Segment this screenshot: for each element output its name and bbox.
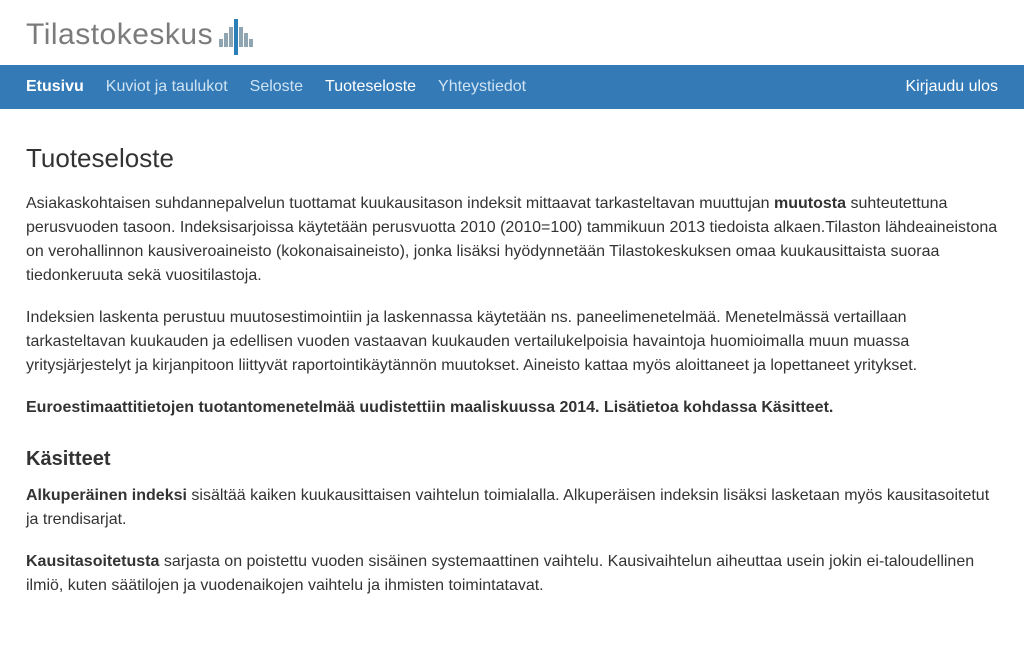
content: Tuoteseloste Asiakaskohtaisen suhdannepa…	[0, 109, 1024, 646]
paragraph-method: Indeksien laskenta perustuu muutosestimo…	[26, 306, 998, 378]
paragraph-kausitasoitettu: Kausitasoitetusta sarjasta on poistettu …	[26, 550, 998, 598]
bold-kausitasoitettu: Kausitasoitetusta	[26, 553, 159, 570]
text: sarjasta on poistettu vuoden sisäinen sy…	[26, 553, 974, 594]
page-container: Tilastokeskus Etusivu Kuviot ja taulukot…	[0, 0, 1024, 646]
bold-muutosta: muutosta	[774, 195, 846, 212]
bars-icon	[219, 17, 255, 57]
nav-kuviot-taulukot[interactable]: Kuviot ja taulukot	[106, 65, 228, 109]
navbar: Etusivu Kuviot ja taulukot Seloste Tuote…	[0, 65, 1024, 109]
paragraph-intro: Asiakaskohtaisen suhdannepalvelun tuotta…	[26, 192, 998, 288]
brand-name: Tilastokeskus	[26, 12, 213, 57]
nav-tuoteseloste[interactable]: Tuoteseloste	[325, 65, 416, 109]
header: Tilastokeskus	[0, 0, 1024, 65]
text: Asiakaskohtaisen suhdannepalvelun tuotta…	[26, 195, 774, 212]
nav-yhteystiedot[interactable]: Yhteystiedot	[438, 65, 526, 109]
bold-alkuperainen: Alkuperäinen indeksi	[26, 487, 187, 504]
page-title: Tuoteseloste	[26, 139, 998, 178]
section-kasitteet-title: Käsitteet	[26, 444, 998, 474]
nav-etusivu[interactable]: Etusivu	[26, 65, 84, 109]
logout-link[interactable]: Kirjaudu ulos	[906, 75, 999, 99]
nav-left: Etusivu Kuviot ja taulukot Seloste Tuote…	[26, 65, 526, 109]
paragraph-alkuperainen: Alkuperäinen indeksi sisältää kaiken kuu…	[26, 484, 998, 532]
paragraph-euroestimate: Euroestimaattitietojen tuotantomenetelmä…	[26, 396, 998, 420]
brand-logo: Tilastokeskus	[26, 12, 998, 57]
nav-seloste[interactable]: Seloste	[250, 65, 303, 109]
